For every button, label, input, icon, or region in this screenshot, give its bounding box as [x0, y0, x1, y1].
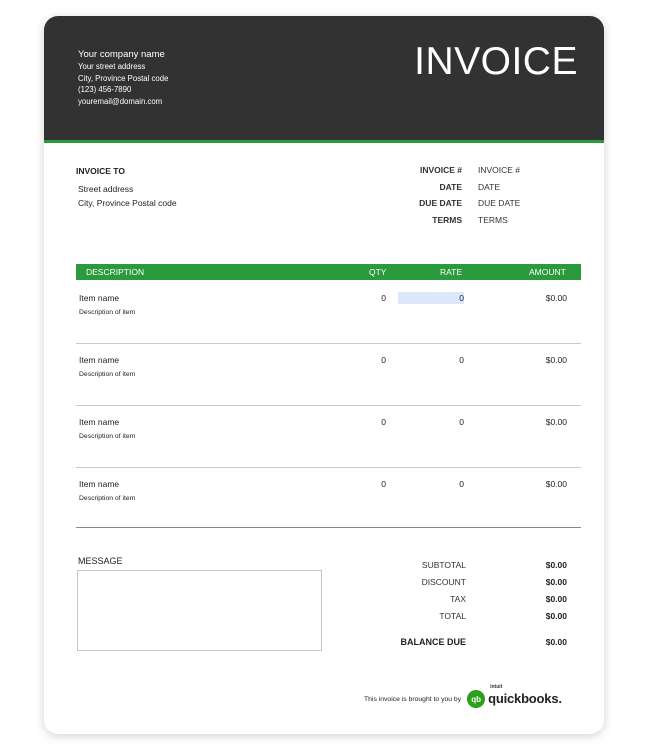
subtotal-row: SUBTOTAL $0.00 — [374, 556, 567, 573]
item-name[interactable]: Item name — [79, 479, 119, 489]
intuit-label: intuit — [490, 684, 503, 690]
tax-row: TAX $0.00 — [374, 590, 567, 607]
meta-row-due-date: DUE DATE DUE DATE — [374, 195, 520, 212]
balance-due-row: BALANCE DUE $0.00 — [374, 637, 567, 647]
balance-due-value: $0.00 — [545, 637, 567, 647]
item-description[interactable]: Description of item — [79, 309, 135, 316]
item-name[interactable]: Item name — [79, 417, 119, 427]
quickbooks-word: quickbooks. — [488, 691, 562, 706]
company-info: Your company name Your street address Ci… — [78, 48, 168, 107]
terms-field[interactable]: TERMS — [462, 215, 508, 225]
totals-label: TAX — [450, 593, 466, 604]
due-date-field[interactable]: DUE DATE — [462, 198, 520, 208]
invoice-card: Your company name Your street address Ci… — [44, 16, 604, 734]
table-row: Item name Description of item 0 0 $0.00 — [76, 343, 581, 406]
message-textbox[interactable] — [77, 570, 322, 651]
footer-text: This invoice is brought to you by — [364, 695, 462, 703]
col-qty: QTY — [369, 267, 387, 277]
item-rate[interactable]: 0 — [398, 292, 464, 304]
item-rate[interactable]: 0 — [398, 478, 464, 490]
meta-label: TERMS — [432, 214, 462, 225]
item-qty[interactable]: 0 — [376, 479, 386, 489]
balance-due-label: BALANCE DUE — [400, 637, 466, 647]
total-value: $0.00 — [545, 610, 567, 621]
invoice-number-field[interactable]: INVOICE # — [462, 165, 520, 175]
company-phone[interactable]: (123) 456-7890 — [78, 84, 168, 96]
company-email[interactable]: youremail@domain.com — [78, 96, 168, 108]
item-name[interactable]: Item name — [79, 355, 119, 365]
discount-value[interactable]: $0.00 — [466, 577, 567, 587]
totals-label: DISCOUNT — [421, 576, 466, 587]
company-city[interactable]: City, Province Postal code — [78, 73, 168, 85]
tax-value[interactable]: $0.00 — [466, 594, 567, 604]
bill-to-heading: INVOICE TO — [76, 166, 125, 176]
item-amount: $0.00 — [545, 293, 567, 303]
bill-to-city[interactable]: City, Province Postal code — [76, 196, 177, 210]
invoice-header: Your company name Your street address Ci… — [44, 16, 604, 143]
item-qty[interactable]: 0 — [376, 355, 386, 365]
table-row: Item name Description of item 0 0 $0.00 — [76, 405, 581, 468]
totals-label: SUBTOTAL — [421, 559, 466, 570]
totals-label: TOTAL — [439, 610, 466, 621]
item-description[interactable]: Description of item — [79, 495, 135, 502]
discount-row: DISCOUNT $0.00 — [374, 573, 567, 590]
item-rate[interactable]: 0 — [398, 416, 464, 428]
invoice-title: INVOICE — [414, 40, 578, 83]
item-description[interactable]: Description of item — [79, 433, 135, 440]
table-bottom-divider — [76, 527, 581, 528]
items-table-header: DESCRIPTION QTY RATE AMOUNT — [76, 264, 581, 280]
item-amount: $0.00 — [545, 355, 567, 365]
company-name[interactable]: Your company name — [78, 48, 168, 61]
totals-section: SUBTOTAL $0.00 DISCOUNT $0.00 TAX $0.00 … — [374, 556, 567, 624]
meta-label: INVOICE # — [419, 165, 462, 176]
invoice-meta: INVOICE # INVOICE # DATE DATE DUE DATE D… — [374, 162, 520, 228]
col-rate: RATE — [440, 267, 463, 277]
date-field[interactable]: DATE — [462, 182, 500, 192]
col-description: DESCRIPTION — [86, 267, 145, 277]
meta-row-invoice-number: INVOICE # INVOICE # — [374, 162, 520, 179]
item-rate[interactable]: 0 — [398, 354, 464, 366]
item-qty[interactable]: 0 — [376, 293, 386, 303]
item-description[interactable]: Description of item — [79, 371, 135, 378]
quickbooks-logo-icon[interactable]: qb — [467, 690, 486, 708]
subtotal-value: $0.00 — [545, 559, 567, 570]
total-row: TOTAL $0.00 — [374, 607, 567, 624]
meta-row-terms: TERMS TERMS — [374, 212, 520, 229]
item-amount: $0.00 — [545, 417, 567, 427]
table-row: Item name Description of item 0 0 $0.00 — [76, 467, 581, 529]
item-name[interactable]: Item name — [79, 293, 119, 303]
company-street[interactable]: Your street address — [78, 61, 168, 73]
bill-to-section: INVOICE TO Street address City, Province… — [76, 166, 177, 210]
item-amount: $0.00 — [545, 479, 567, 489]
footer-branding: This invoice is brought to you by qb int… — [364, 684, 562, 708]
item-qty[interactable]: 0 — [376, 417, 386, 427]
meta-label: DATE — [439, 181, 462, 192]
meta-label: DUE DATE — [419, 198, 462, 209]
table-row: Item name Description of item 0 0 $0.00 — [76, 281, 581, 344]
bill-to-street[interactable]: Street address — [76, 182, 177, 196]
meta-row-date: DATE DATE — [374, 179, 520, 196]
col-amount: AMOUNT — [529, 267, 566, 277]
quickbooks-wordmark[interactable]: intuit quickbooks. — [488, 684, 562, 708]
message-label: MESSAGE — [78, 556, 123, 566]
